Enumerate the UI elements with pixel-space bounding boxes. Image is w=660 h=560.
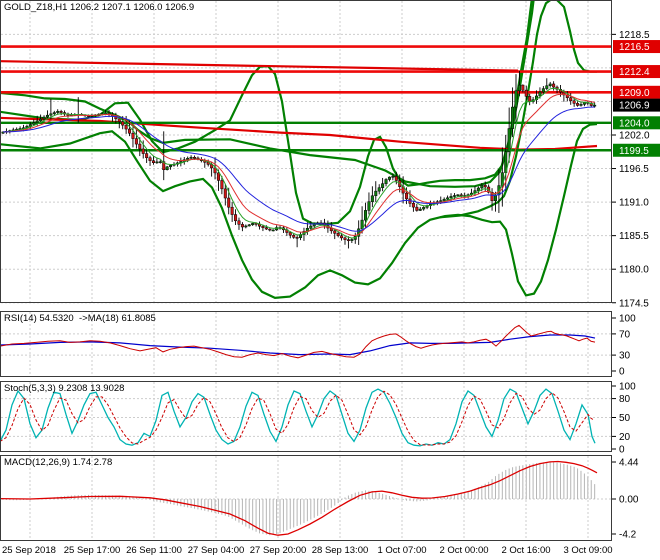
price-badge-label: 1216.5 xyxy=(619,42,650,53)
rsi-scale-label[interactable]: 70 xyxy=(619,329,631,340)
price-axis-label[interactable]: 1180.0 xyxy=(619,265,649,276)
stoch-scale-label[interactable]: 20 xyxy=(619,432,631,443)
mt4-chart-window: GOLD_Z18,H1 1206.2 1207.1 1206.0 1206.9 … xyxy=(0,0,660,560)
price-badge-label: 1206.9 xyxy=(619,101,650,112)
rsi-indicator-header: RSI(14) 54.5320 ->MA(18) 61.8085 xyxy=(4,313,156,324)
stoch-scale-label[interactable]: 100 xyxy=(619,382,636,393)
rsi-scale-label[interactable]: 0 xyxy=(619,367,625,378)
price-axis-label[interactable]: 1196.5 xyxy=(619,164,649,175)
macd-scale-label[interactable]: 4.44 xyxy=(619,458,639,469)
macd-scale-label[interactable]: -4.2 xyxy=(619,529,637,540)
time-axis-label[interactable]: 25 Sep 2018 xyxy=(2,545,56,556)
price-badge-label: 1204.0 xyxy=(619,118,650,129)
rsi-scale-label[interactable]: 30 xyxy=(619,351,631,362)
time-axis-label[interactable]: 3 Oct 09:00 xyxy=(563,545,612,556)
price-axis-label[interactable]: 1174.5 xyxy=(619,298,649,309)
price-axis-label[interactable]: 1202.0 xyxy=(619,131,650,142)
stoch-indicator-header: Stoch(5,3,3) 9.2308 13.9028 xyxy=(4,383,125,394)
time-axis-label[interactable]: 2 Oct 16:00 xyxy=(501,545,550,556)
time-axis-label[interactable]: 28 Sep 13:00 xyxy=(312,545,369,556)
time-axis-label[interactable]: 27 Sep 04:00 xyxy=(188,545,245,556)
stoch-scale-label[interactable]: 80 xyxy=(619,394,631,405)
price-axis-label[interactable]: 1191.0 xyxy=(619,198,649,209)
price-badge-label: 1212.4 xyxy=(619,67,650,78)
stoch-scale-label[interactable]: 0 xyxy=(619,445,625,456)
time-axis-label[interactable]: 2 Oct 00:00 xyxy=(439,545,488,556)
rsi-scale-label[interactable]: 100 xyxy=(619,314,636,325)
price-axis-label[interactable]: 1185.5 xyxy=(619,231,649,242)
rsi-panel xyxy=(0,324,596,359)
price-axis-label[interactable]: 1218.5 xyxy=(619,30,650,41)
price-chart-canvas[interactable]: 1218.5 1202.0 1196.5 1191.0 1185.5 1180.0 1174… xyxy=(0,0,660,560)
price-badge-label: 1199.5 xyxy=(619,146,649,157)
stoch-d-line xyxy=(0,390,595,446)
macd-scale-label[interactable]: 0.00 xyxy=(619,495,639,506)
macd-panel xyxy=(0,460,598,536)
macd-indicator-header: MACD(12,26,9) 1.74 2.78 xyxy=(4,457,113,468)
stoch-scale-label[interactable]: 50 xyxy=(619,413,631,424)
time-axis-label[interactable]: 26 Sep 11:00 xyxy=(126,545,182,556)
rsi-ma-line xyxy=(0,334,596,356)
price-badge-label: 1209.0 xyxy=(619,88,650,99)
bollinger-arch-band xyxy=(1,1,535,226)
time-axis-label[interactable]: 27 Sep 20:00 xyxy=(250,545,307,556)
macd-signal-line xyxy=(0,460,598,536)
time-axis-label[interactable]: 25 Sep 17:00 xyxy=(64,545,121,556)
time-axis-label[interactable]: 1 Oct 07:00 xyxy=(377,545,426,556)
chart-title: GOLD_Z18,H1 1206.2 1207.1 1206.0 1206.9 xyxy=(4,2,195,13)
